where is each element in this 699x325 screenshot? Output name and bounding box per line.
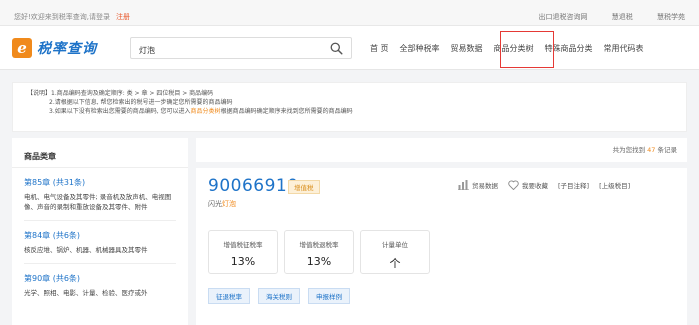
metric-value: 13% (306, 255, 332, 268)
tag-levy-refund-rate[interactable]: 征退税率 (208, 288, 250, 304)
tag-buttons: 征退税率 海关税则 申报样例 (208, 288, 358, 304)
search-icon[interactable] (330, 42, 343, 55)
tag-declaration-sample[interactable]: 申报样例 (308, 288, 350, 304)
metric-vat-levy-rate: 增值税征税率 13% (208, 230, 278, 274)
metric-value: 13% (230, 255, 256, 268)
nav-common-codes[interactable]: 常用代码表 (604, 43, 644, 54)
category-item: 第84章 (共6条) 核反应堆、锅炉、机器、机械器具及其零件 (12, 221, 188, 255)
favorite-button[interactable]: 我要收藏 (508, 180, 548, 190)
category-sidebar: 商品类章 第85章 (共31条) 电机、电气设备及其零件; 录音机及放声机、电视… (12, 138, 188, 325)
category-description: 光学、照相、电影、计量、检验、医疗或外 (24, 289, 148, 297)
notice-line-3-prefix: 3.如果以下没有检索出您需要的商品编码, 您可以进入 (49, 108, 191, 115)
nav-home[interactable]: 首 页 (370, 43, 389, 54)
notice-line-2: 2.请根据以下信息, 帮您检索出的税号进一步确定您所需要的商品编码 (49, 99, 233, 106)
commodity-name-highlight: 灯泡 (222, 200, 236, 208)
notice-panel: 【说明】1.商品编码查询及确定顺序: 类 > 章 > 四位税目 > 商品编码 2… (12, 82, 687, 132)
top-bar: 您好!欢迎来到税率查询,请登录 注册 出口退税咨询网 慧退税 慧税学苑 (0, 0, 699, 26)
top-link-export-consult[interactable]: 出口退税咨询网 (539, 13, 588, 21)
bar-chart-icon (458, 180, 469, 190)
welcome-message: 您好!欢迎来到税率查询,请登录 (14, 13, 111, 21)
search-input[interactable] (131, 40, 321, 61)
category-description: 核反应堆、锅炉、机器、机械器具及其零件 (24, 246, 148, 254)
top-link-hui-xueyuan[interactable]: 慧税学苑 (657, 13, 685, 21)
results-suffix: 条记录 (657, 146, 678, 154)
parent-heading-link[interactable]: [上级税目] (599, 180, 630, 190)
card-actions: 贸易数据 我要收藏 [子目注释] [上级税目] (458, 180, 640, 190)
logo-mark: e (12, 38, 32, 58)
notice-line-3-suffix: 根据商品编码确定顺序来找到您所需要的商品编码 (220, 108, 353, 115)
classification-tree-link[interactable]: 商品分类树 (191, 108, 221, 115)
results-number: 47 (647, 146, 656, 154)
metric-label: 增值税退税率 (299, 241, 339, 249)
metric-vat-refund-rate: 增值税退税率 13% (284, 230, 354, 274)
notice-line-1: 【说明】1.商品编码查询及确定顺序: 类 > 章 > 四位税目 > 商品编码 (27, 90, 214, 97)
results-prefix: 共为您找到 (612, 146, 646, 154)
commodity-code[interactable]: 90066910 (208, 176, 299, 196)
top-links: 出口退税咨询网 慧退税 慧税学苑 (517, 12, 685, 22)
metric-value: 个 (389, 257, 401, 270)
nav-all-tax-rates[interactable]: 全部种税率 (400, 43, 440, 54)
trade-data-button[interactable]: 贸易数据 (458, 180, 498, 190)
category-chapter-link[interactable]: 第85章 (共31条) (24, 177, 176, 188)
metric-unit: 计量单位 个 (360, 230, 430, 274)
nav-trade-data[interactable]: 贸易数据 (451, 43, 483, 54)
notice-line-3: 3.如果以下没有检索出您需要的商品编码, 您可以进入商品分类树根据商品编码确定顺… (27, 107, 672, 116)
sidebar-title: 商品类章 (12, 138, 188, 168)
trade-data-label: 贸易数据 (472, 182, 498, 190)
results-count: 共为您找到 47 条记录 (613, 144, 677, 154)
top-link-hui-tuishui[interactable]: 慧退税 (612, 13, 633, 21)
metric-label: 计量单位 (382, 241, 408, 249)
favorite-label: 我要收藏 (522, 182, 548, 190)
vat-badge: 增值税 (288, 180, 320, 194)
category-item: 第85章 (共31条) 电机、电气设备及其零件; 录音机及放声机、电视图像、声音… (12, 168, 188, 212)
register-link[interactable]: 注册 (116, 13, 130, 21)
category-item: 第90章 (共6条) 光学、照相、电影、计量、检验、医疗或外 (12, 264, 188, 298)
tag-customs-tariff[interactable]: 海关税则 (258, 288, 300, 304)
category-description: 电机、电气设备及其零件; 录音机及放声机、电视图像、声音的录制和重放设备及其零件… (24, 193, 172, 211)
results-bar: 共为您找到 47 条记录 (196, 138, 687, 162)
logo-text: 税率查询 (37, 41, 97, 57)
subheading-notes-link[interactable]: [子目注释] (558, 180, 589, 190)
commodity-name: 闪光灯泡 (208, 199, 236, 209)
highlight-box (500, 31, 554, 68)
metrics-row: 增值税征税率 13% 增值税退税率 13% 计量单位 个 (208, 230, 436, 274)
commodity-name-prefix: 闪光 (208, 200, 222, 208)
heart-icon (508, 180, 519, 190)
site-logo[interactable]: e 税率查询 (12, 37, 97, 59)
category-chapter-link[interactable]: 第90章 (共6条) (24, 273, 176, 284)
commodity-card: 90066910 增值税 闪光灯泡 贸易数据 我要收藏 [子目注释] [上级税目… (196, 168, 687, 325)
category-chapter-link[interactable]: 第84章 (共6条) (24, 230, 176, 241)
search-box (130, 37, 352, 61)
welcome-text: 您好!欢迎来到税率查询,请登录 注册 (14, 12, 130, 22)
metric-label: 增值税征税率 (223, 241, 263, 249)
